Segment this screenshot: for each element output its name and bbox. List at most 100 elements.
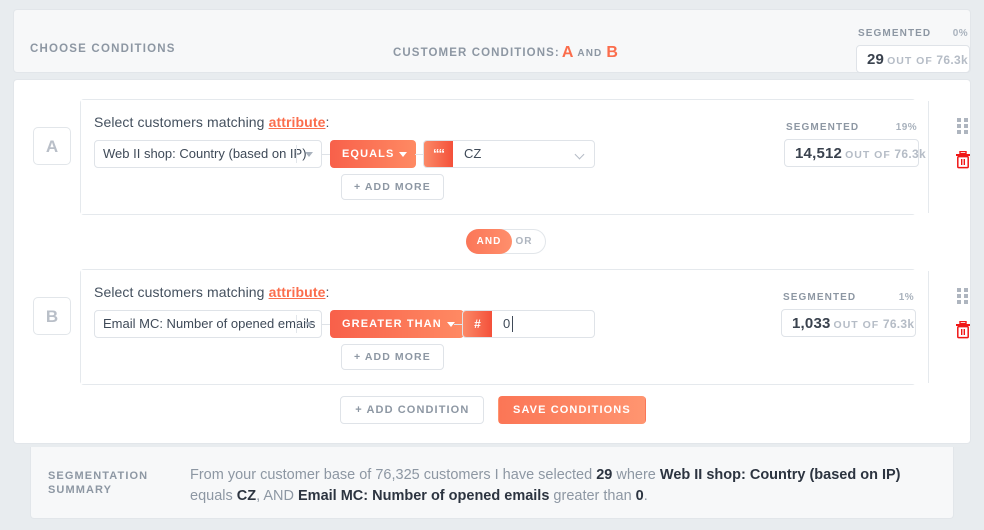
condition-a-value: CZ xyxy=(464,146,482,161)
condition-b-value: 0 xyxy=(503,316,511,331)
summary-part-3: where xyxy=(612,467,660,483)
segmentation-summary-label-line2: SUMMARY xyxy=(48,484,113,496)
conditions-card: A Select customers matching attribute: W… xyxy=(13,79,971,444)
condition-a-attribute-value: Web II shop: Country (based on IP) xyxy=(103,146,307,161)
drag-dot xyxy=(963,294,968,298)
summary-selected-count: 29 xyxy=(596,467,613,483)
condition-a-operator-button[interactable]: EQUALS xyxy=(330,140,417,168)
drag-dot xyxy=(963,300,968,304)
summary-part-1: From your customer base of 76,325 custom… xyxy=(190,467,597,483)
header-segmented-box: 29 OUT OF 76.3k xyxy=(856,45,970,73)
trash-icon[interactable] xyxy=(955,150,971,169)
condition-a-segmented-label: SEGMENTED xyxy=(786,122,860,133)
condition-a-segmented-total: 76.3k xyxy=(894,147,926,161)
condition-b-segmented-total: 76.3k xyxy=(882,317,915,331)
summary-value-a: CZ xyxy=(236,488,257,504)
header-segmented-percent: 0% xyxy=(952,28,968,39)
segmentation-summary-card: SEGMENTATION SUMMARY From your customer … xyxy=(30,447,954,519)
condition-badge-b: B xyxy=(33,297,71,335)
drag-dot xyxy=(963,118,968,122)
header-segmented-outof: OUT OF xyxy=(887,55,933,67)
condition-b-segmented-box: 1,033 OUT OF 76.3k xyxy=(781,309,916,337)
condition-b-actions xyxy=(942,288,984,339)
condition-b-segmented-outof: OUT OF xyxy=(833,319,880,331)
condition-a-title-suffix: : xyxy=(325,114,330,130)
condition-b-title: Select customers matching attribute: xyxy=(94,284,329,300)
drag-dot xyxy=(956,130,961,134)
number-icon: # xyxy=(463,311,492,337)
condition-panel-a: Select customers matching attribute: Web… xyxy=(80,99,970,215)
header-segmented-badge: SEGMENTED 0% 29 OUT OF 76.3k xyxy=(856,28,970,73)
condition-b-segmented-head: SEGMENTED 1% xyxy=(781,292,916,306)
condition-inner-b: Select customers matching attribute: Ema… xyxy=(81,270,970,384)
condition-a-segmented-box: 14,512 OUT OF 76.3k xyxy=(784,139,926,167)
customer-conditions-summary: CUSTOMER CONDITIONS: A AND B xyxy=(393,44,620,62)
condition-b-segmented-label: SEGMENTED xyxy=(783,292,857,303)
drag-dot xyxy=(956,288,961,292)
condition-a-segmented-head: SEGMENTED 19% xyxy=(784,122,919,136)
condition-b-title-suffix: : xyxy=(325,284,330,300)
condition-b-operator-button[interactable]: GREATER THAN xyxy=(330,310,464,338)
condition-a-segmented-count: 14,512 xyxy=(795,145,843,162)
chevron-down-icon xyxy=(305,152,313,157)
drag-dot xyxy=(963,130,968,134)
logic-toggle-or[interactable]: OR xyxy=(509,230,539,253)
drag-dot xyxy=(963,124,968,128)
condition-b-attribute-select[interactable]: Email MC: Number of opened emails xyxy=(94,310,322,338)
condition-a-segmented-badge: SEGMENTED 19% 14,512 OUT OF 76.3k xyxy=(784,122,926,167)
customer-conditions-label: CUSTOMER CONDITIONS: xyxy=(393,47,560,59)
condition-b-value-group[interactable]: # 0 xyxy=(462,310,595,338)
segmentation-summary-label-line1: SEGMENTATION xyxy=(48,470,149,482)
condition-a-title: Select customers matching attribute: xyxy=(94,114,329,130)
save-conditions-button[interactable]: SAVE CONDITIONS xyxy=(498,396,646,424)
drag-dot xyxy=(956,300,961,304)
header-card: CHOOSE CONDITIONS CUSTOMER CONDITIONS: A A… xyxy=(13,9,971,73)
chevron-down-icon[interactable] xyxy=(576,151,585,160)
summary-part-5: equals xyxy=(190,488,237,504)
header-segmented-count: 29 xyxy=(867,51,885,68)
summary-part-9: greater than xyxy=(549,488,636,504)
condition-a-attribute-select[interactable]: Web II shop: Country (based on IP) xyxy=(94,140,322,168)
condition-badge-a: A xyxy=(33,127,71,165)
drag-dot xyxy=(963,288,968,292)
header-segmented-total: 76.3k xyxy=(936,53,968,67)
customer-condition-letter-b: B xyxy=(606,44,618,61)
header-segmented-label: SEGMENTED xyxy=(858,28,932,39)
header-segmented-head: SEGMENTED 0% xyxy=(856,28,970,42)
condition-panel-b: Select customers matching attribute: Ema… xyxy=(80,269,970,385)
condition-a-segmented-percent: 19% xyxy=(895,122,917,133)
trash-icon[interactable] xyxy=(955,320,971,339)
condition-a-value-group[interactable]: ““ CZ xyxy=(423,140,595,168)
condition-b-segmented-count: 1,033 xyxy=(792,315,831,332)
condition-a-select-divider xyxy=(296,145,297,163)
summary-part-11: . xyxy=(643,488,648,504)
logic-operator-toggle[interactable]: AND OR xyxy=(466,229,546,254)
condition-a-segmented-outof: OUT OF xyxy=(845,149,891,161)
condition-a-attribute-link[interactable]: attribute xyxy=(269,114,326,130)
logic-toggle-and[interactable]: AND xyxy=(466,229,512,254)
drag-dot xyxy=(956,118,961,122)
condition-b-segmented-percent: 1% xyxy=(898,292,914,303)
condition-b-attribute-link[interactable]: attribute xyxy=(269,284,326,300)
condition-a-connector-1 xyxy=(322,154,330,155)
condition-b-operator-label: GREATER THAN xyxy=(342,318,442,330)
text-cursor xyxy=(512,316,513,332)
summary-part-7: , AND xyxy=(256,488,299,504)
drag-handle-icon[interactable] xyxy=(956,118,970,137)
condition-b-title-prefix: Select customers matching xyxy=(94,284,269,300)
condition-a-add-more-button[interactable]: + ADD MORE xyxy=(341,174,444,200)
summary-attribute-a: Web II shop: Country (based on IP) xyxy=(659,467,901,483)
drag-handle-icon[interactable] xyxy=(956,288,970,307)
condition-b-actions-divider xyxy=(928,271,929,383)
condition-b-add-more-button[interactable]: + ADD MORE xyxy=(341,344,444,370)
summary-value-b: 0 xyxy=(635,488,644,504)
add-condition-button[interactable]: + ADD CONDITION xyxy=(340,396,485,424)
condition-b-segmented-badge: SEGMENTED 1% 1,033 OUT OF 76.3k xyxy=(781,292,916,337)
segmentation-summary-label: SEGMENTATION SUMMARY xyxy=(48,469,178,497)
condition-b-connector-2 xyxy=(454,324,462,325)
chevron-down-icon xyxy=(399,152,408,157)
condition-inner-a: Select customers matching attribute: Web… xyxy=(81,100,970,214)
condition-b-select-divider xyxy=(296,315,297,333)
drag-dot xyxy=(956,294,961,298)
segmentation-builder-page: CHOOSE CONDITIONS CUSTOMER CONDITIONS: A A… xyxy=(0,0,984,530)
